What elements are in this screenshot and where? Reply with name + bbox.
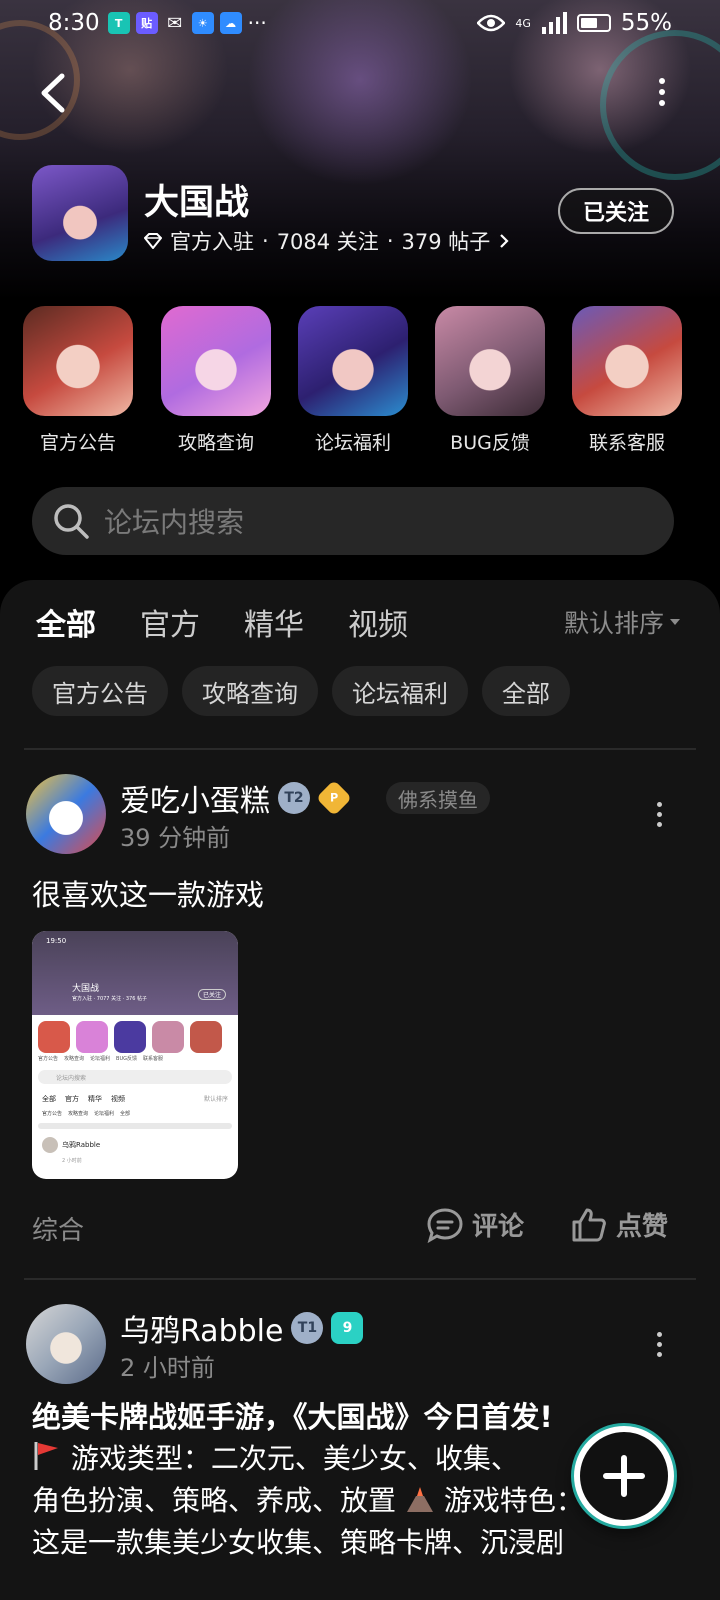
image-search: 论坛内搜索 <box>38 1070 232 1084</box>
tab-video[interactable]: 视频 <box>348 600 408 644</box>
weather-icon: ☀ <box>191 12 214 34</box>
status-bar: 8:30 T 贴 ✉ ☀ ☁ ··· 4G 55% <box>0 0 720 46</box>
plus-icon <box>603 1455 645 1497</box>
image-header: 19:50 大国战 官方入驻 · 7077 关注 · 376 帖子 已关注 <box>32 931 238 1015</box>
post-image[interactable]: 19:50 大国战 官方入驻 · 7077 关注 · 376 帖子 已关注 官方… <box>32 931 238 1179</box>
image-entry-labels: 官方公告 攻略查询 论坛福利 BUG反馈 联系客服 <box>38 1056 164 1062</box>
like-label: 点赞 <box>616 1212 669 1242</box>
eye-icon <box>477 14 506 32</box>
post-category[interactable]: 综合 <box>32 1210 84 1247</box>
username[interactable]: 乌鸦Rabble <box>120 1306 283 1350</box>
chevron-right-icon <box>500 234 509 248</box>
image-divider <box>38 1123 232 1129</box>
chevron-left-icon <box>41 73 65 113</box>
status-time: 8:30 <box>48 10 100 36</box>
comment-button[interactable]: 评论 <box>426 1206 524 1243</box>
entry-label: 联系客服 <box>588 432 665 454</box>
back-button[interactable] <box>34 68 74 118</box>
username[interactable]: 爱吃小蛋糕 <box>120 776 270 820</box>
caret-down-icon <box>670 619 680 625</box>
image-post-time: 2 小时前 <box>62 1158 82 1164</box>
post-count: 379 帖子 <box>401 230 491 254</box>
post-time: 2 小时前 <box>120 1354 215 1382</box>
user-avatar[interactable] <box>26 1304 106 1384</box>
search-icon <box>54 504 89 539</box>
tab-featured[interactable]: 精华 <box>244 600 304 644</box>
thumbs-up-icon <box>572 1208 606 1241</box>
user-avatar[interactable] <box>26 774 106 854</box>
entry-label: 攻略查询 <box>177 432 254 454</box>
more-options-button[interactable] <box>652 78 672 108</box>
image-entry-row <box>32 1015 238 1053</box>
chip-welfare[interactable]: 论坛福利 <box>332 666 468 716</box>
chip-all[interactable]: 全部 <box>482 666 570 716</box>
chip-announcements[interactable]: 官方公告 <box>32 666 168 716</box>
entry-thumbnail <box>161 306 271 416</box>
app-notification-icon: 贴 <box>135 12 158 34</box>
category-chips: 官方公告 攻略查询 论坛福利 全部 <box>32 666 570 716</box>
entry-thumbnail <box>572 306 682 416</box>
comment-label: 评论 <box>472 1212 525 1242</box>
post-author: 乌鸦Rabble T1 9 <box>120 1306 364 1350</box>
sort-dropdown[interactable]: 默认排序 <box>564 604 680 640</box>
tab-all[interactable]: 全部 <box>36 600 96 652</box>
user-tag: 佛系摸鱼 <box>386 782 490 814</box>
entry-thumbnail <box>435 306 545 416</box>
post-more-button[interactable] <box>657 802 662 827</box>
follower-count: 7084 关注 <box>276 230 379 254</box>
comment-icon <box>427 1207 463 1243</box>
quick-entry-support[interactable]: 联系客服 <box>567 306 687 455</box>
quick-entry-welfare[interactable]: 论坛福利 <box>293 306 413 455</box>
quick-entry-guides[interactable]: 攻略查询 <box>156 306 276 455</box>
divider <box>24 748 696 750</box>
post-author: 爱吃小蛋糕 T2 P 佛系摸鱼 <box>120 776 490 820</box>
quick-entry-bug-report[interactable]: BUG反馈 <box>430 306 550 455</box>
signal-icon <box>541 12 567 34</box>
entry-label: 官方公告 <box>39 432 116 454</box>
achievement-badge-icon: P <box>315 779 353 817</box>
app-notification-icon: T <box>107 12 130 34</box>
image-post-author: 乌鸦Rabble <box>32 1133 238 1157</box>
search-placeholder: 论坛内搜索 <box>104 506 245 539</box>
battery-level: 55% <box>620 10 672 36</box>
level-nine-badge-icon: 9 <box>331 1312 364 1344</box>
cloud-icon: ☁ <box>219 12 242 34</box>
quick-entry-announcements[interactable]: 官方公告 <box>18 306 138 455</box>
volcano-icon <box>406 1487 433 1512</box>
post-title: 绝美卡牌战姬手游，《大国战》今日首发! <box>32 1400 553 1434</box>
create-post-button[interactable] <box>574 1426 674 1526</box>
network-type: 4G <box>515 16 531 30</box>
entry-label: BUG反馈 <box>450 432 530 454</box>
post-line: 这是一款集美少女收集、策略卡牌、沉浸剧 <box>32 1526 565 1559</box>
meta-separator: · <box>386 229 394 253</box>
entry-thumbnail <box>23 306 133 416</box>
level-badge-icon: T1 <box>291 1312 324 1344</box>
red-flag-icon <box>34 1442 58 1470</box>
image-chips: 官方公告 攻略查询 论坛福利 全部 <box>42 1111 131 1117</box>
forum-search-input[interactable]: 论坛内搜索 <box>32 487 674 555</box>
wechat-icon: ✉ <box>167 12 183 34</box>
battery-icon <box>576 14 611 32</box>
post-time: 39 分钟前 <box>120 824 231 852</box>
follow-button[interactable]: 已关注 <box>558 188 674 234</box>
tab-official[interactable]: 官方 <box>140 600 200 644</box>
meta-separator: · <box>262 229 269 253</box>
forum-avatar <box>32 165 128 261</box>
post-content[interactable]: 很喜欢这一款游戏 <box>32 872 264 914</box>
entry-thumbnail <box>298 306 408 416</box>
chip-guides[interactable]: 攻略查询 <box>182 666 318 716</box>
level-badge-icon: T2 <box>278 782 310 814</box>
image-tabs: 全部 官方 精华 视频 默认排序 <box>42 1095 228 1103</box>
sort-label: 默认排序 <box>563 609 664 638</box>
forum-meta[interactable]: 官方入驻 · 7084 关注 · 379 帖子 <box>144 226 510 256</box>
feed-tabs: 全部 官方 精华 视频 <box>36 600 408 652</box>
more-notifications-icon: ··· <box>247 11 267 35</box>
divider <box>24 1278 696 1280</box>
entry-label: 论坛福利 <box>314 432 391 454</box>
verified-label: 官方入驻 <box>170 230 254 254</box>
verified-diamond-icon <box>144 233 162 249</box>
post-more-button[interactable] <box>657 1332 662 1357</box>
forum-title: 大国战 <box>144 183 250 223</box>
like-button[interactable]: 点赞 <box>570 1206 668 1243</box>
